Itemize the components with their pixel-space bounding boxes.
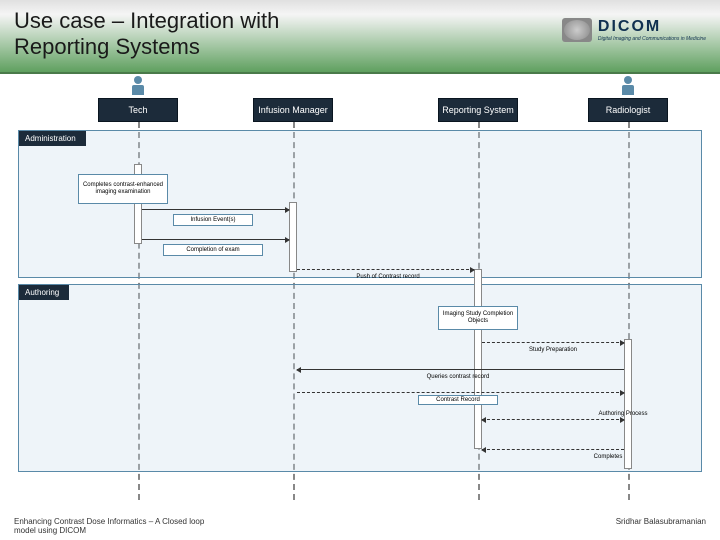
arrow-study-prep: [482, 342, 624, 343]
phase-label-administration: Administration: [19, 131, 86, 146]
label-completes: Completes: [578, 452, 638, 462]
actor-box-tech: Tech: [98, 98, 178, 122]
logo-main-text: DICOM: [598, 18, 706, 36]
msg-imaging-objects: Imaging Study Completion Objects: [438, 306, 518, 330]
activation-radiologist-1: [624, 339, 632, 469]
actor-tech-icon: [131, 76, 145, 96]
arrow-contrast-record: [297, 392, 624, 393]
globe-icon: [562, 18, 592, 42]
logo-sub-text: Digital Imaging and Communications in Me…: [598, 36, 706, 42]
activation-infusion-1: [289, 202, 297, 272]
label-queries-record: Queries contrast record: [398, 372, 518, 382]
arrow-completion-exam: [142, 239, 289, 240]
label-completion-exam: Completion of exam: [163, 244, 263, 256]
phase-administration: Administration: [18, 130, 702, 278]
label-authoring-process: Authoring Process: [578, 409, 668, 419]
actor-box-reporting: Reporting System: [438, 98, 518, 122]
actor-box-radiologist: Radiologist: [588, 98, 668, 122]
arrow-authoring-process: [482, 419, 624, 420]
sequence-diagram: Tech Infusion Manager Reporting System R…: [18, 74, 702, 500]
label-contrast-record: Contrast Record: [418, 395, 498, 405]
slide-footer: Enhancing Contrast Dose Informatics – A …: [14, 517, 706, 536]
arrow-infusion-events: [142, 209, 289, 210]
phase-authoring: Authoring: [18, 284, 702, 472]
label-infusion-events: Infusion Event(s): [173, 214, 253, 226]
arrow-queries-record: [297, 369, 624, 370]
arrow-completes: [482, 449, 624, 450]
label-study-prep: Study Preparation: [508, 345, 598, 355]
footer-right-text: Sridhar Balasubramanian: [616, 517, 706, 536]
footer-left-text: Enhancing Contrast Dose Informatics – A …: [14, 517, 214, 536]
actor-radiologist-icon: [621, 76, 635, 96]
dicom-logo: DICOM Digital Imaging and Communications…: [562, 18, 706, 42]
label-push-record: Push of Contrast record: [333, 272, 443, 282]
actor-box-infusion: Infusion Manager: [253, 98, 333, 122]
slide-header: Use case – Integration with Reporting Sy…: [0, 0, 720, 74]
arrow-push-record: [297, 269, 474, 270]
msg-completes-exam: Completes contrast-enhanced imaging exam…: [78, 174, 168, 204]
phase-label-authoring: Authoring: [19, 285, 69, 300]
